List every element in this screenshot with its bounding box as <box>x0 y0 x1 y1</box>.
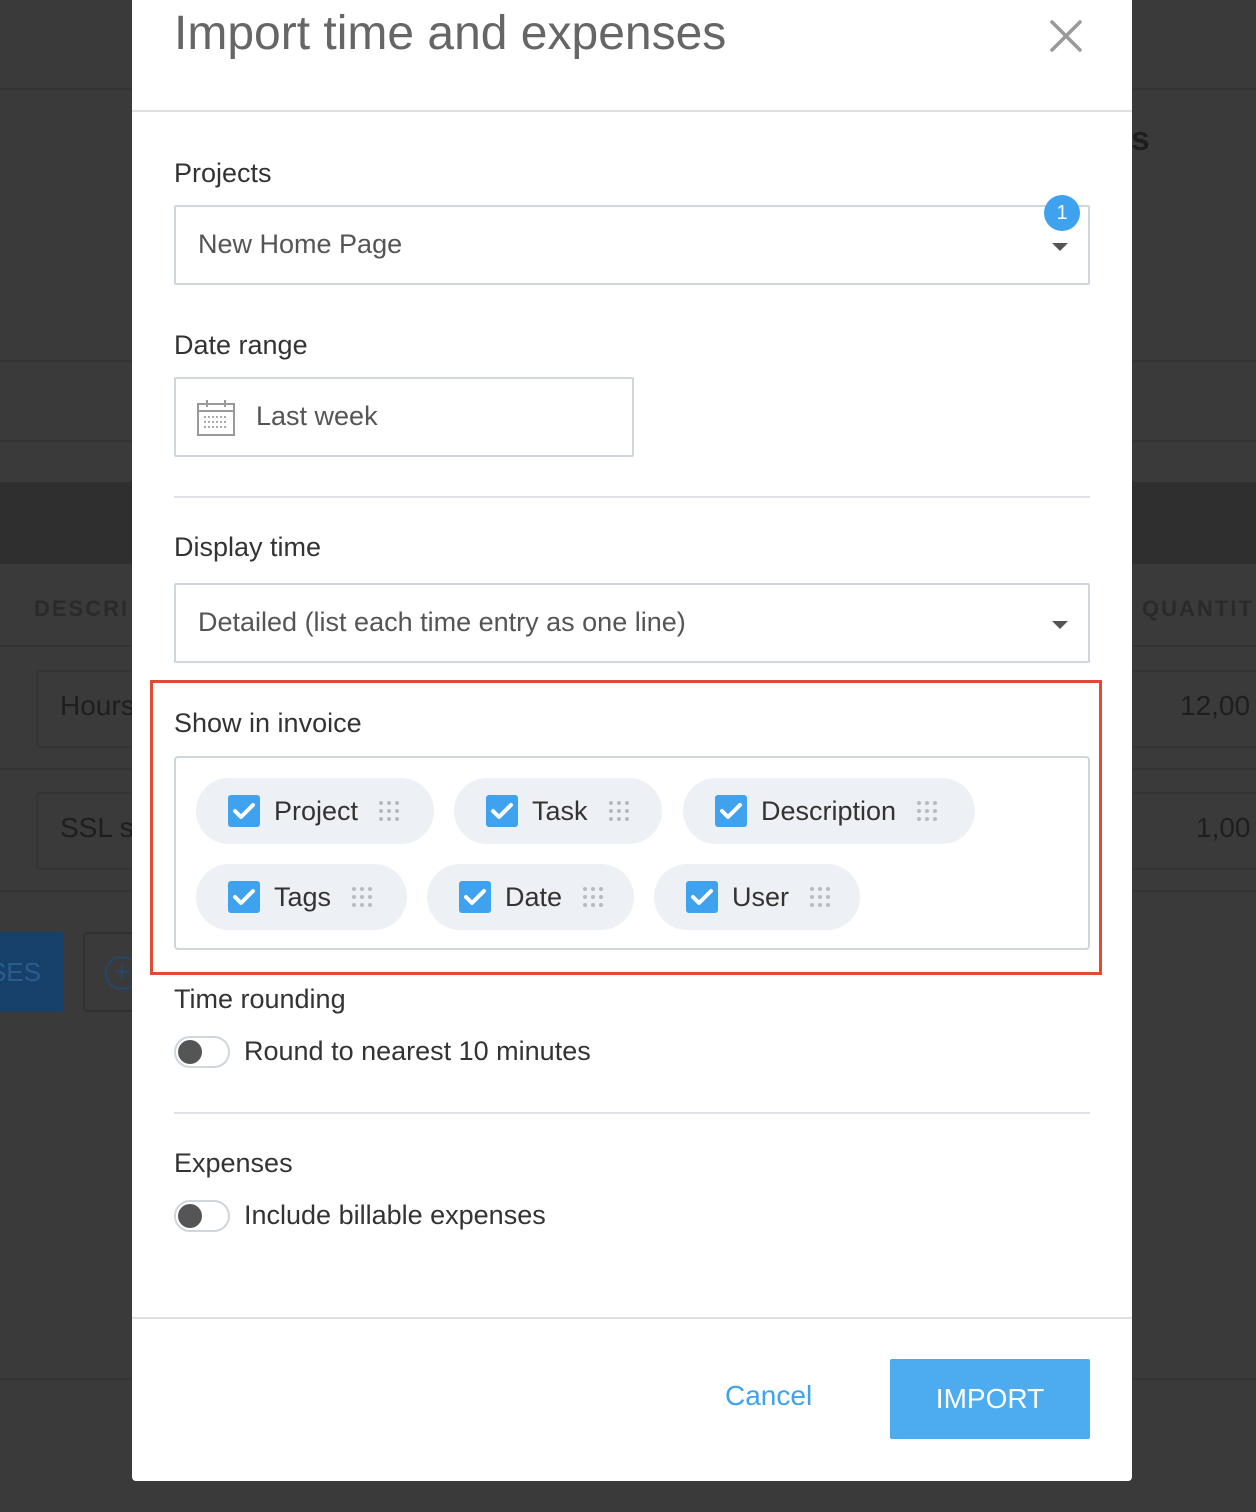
time-rounding-toggle[interactable] <box>174 1036 230 1068</box>
background-row-quantity: 1,00 <box>1196 812 1251 843</box>
field-chip-label: Task <box>532 795 588 826</box>
selected-count-badge: 1 <box>1044 195 1080 231</box>
drag-handle-icon[interactable] <box>378 800 400 822</box>
background-row-description: Hours <box>60 690 135 721</box>
background-row-description: SSL s <box>60 812 134 843</box>
checkbox-checked-icon[interactable] <box>715 795 747 827</box>
section-divider <box>174 1112 1090 1114</box>
import-button[interactable]: IMPORT <box>890 1359 1090 1439</box>
field-chip-label: Project <box>274 795 359 826</box>
background-button-label: SES <box>0 956 41 987</box>
checkbox-checked-icon[interactable] <box>486 795 518 827</box>
field-chip-task[interactable]: Task <box>454 778 662 844</box>
expenses-label: Expenses <box>174 1148 293 1178</box>
field-chip-project[interactable]: Project <box>196 778 434 844</box>
section-divider <box>174 496 1090 498</box>
background-button: SES <box>0 932 63 1012</box>
background-col-quantity: QUANTIT <box>1142 596 1254 621</box>
dialog-title: Import time and expenses <box>174 7 727 60</box>
field-chip-date[interactable]: Date <box>427 864 634 930</box>
date-range-label: Date range <box>174 330 308 360</box>
drag-handle-icon[interactable] <box>809 886 831 908</box>
expenses-toggle[interactable] <box>174 1200 230 1232</box>
field-chip-tags[interactable]: Tags <box>196 864 407 930</box>
show-in-invoice-fields: Project Task Description Tags Date User <box>174 756 1090 950</box>
field-chip-label: User <box>732 881 790 912</box>
drag-handle-icon[interactable] <box>351 886 373 908</box>
dialog-header: Import time and expenses <box>132 0 1132 112</box>
field-chip-user[interactable]: User <box>654 864 860 930</box>
drag-handle-icon[interactable] <box>582 886 604 908</box>
toggle-knob <box>178 1040 202 1064</box>
projects-select[interactable]: New Home Page <box>174 205 1090 285</box>
background-col-description: DESCRI <box>34 596 130 621</box>
show-in-invoice-label: Show in invoice <box>174 708 362 738</box>
chevron-down-icon <box>1052 621 1068 629</box>
close-icon[interactable] <box>1046 16 1086 56</box>
checkbox-checked-icon[interactable] <box>228 881 260 913</box>
projects-select-value: New Home Page <box>198 229 403 259</box>
time-rounding-label: Time rounding <box>174 984 346 1014</box>
drag-handle-icon[interactable] <box>916 800 938 822</box>
calendar-icon <box>196 399 236 442</box>
field-chip-description[interactable]: Description <box>683 778 975 844</box>
field-chip-label: Description <box>761 795 897 826</box>
checkbox-checked-icon[interactable] <box>686 881 718 913</box>
checkbox-checked-icon[interactable] <box>228 795 260 827</box>
time-rounding-toggle-label: Round to nearest 10 minutes <box>244 1036 591 1066</box>
field-chip-label: Date <box>505 881 563 912</box>
footer-divider <box>132 1317 1132 1319</box>
toggle-knob <box>178 1204 202 1228</box>
checkbox-checked-icon[interactable] <box>459 881 491 913</box>
display-time-label: Display time <box>174 532 322 562</box>
chevron-down-icon <box>1052 243 1068 251</box>
import-dialog: Import time and expenses Projects New Ho… <box>132 0 1132 1481</box>
date-range-value: Last week <box>256 401 378 431</box>
background-row-quantity: 12,00 <box>1180 690 1251 721</box>
display-time-value: Detailed (list each time entry as one li… <box>198 607 686 637</box>
display-time-select[interactable]: Detailed (list each time entry as one li… <box>174 583 1090 663</box>
date-range-picker[interactable]: Last week <box>174 377 634 457</box>
projects-label: Projects <box>174 158 272 188</box>
expenses-toggle-label: Include billable expenses <box>244 1200 546 1230</box>
field-chip-label: Tags <box>274 881 332 912</box>
cancel-button[interactable]: Cancel <box>725 1380 812 1412</box>
drag-handle-icon[interactable] <box>608 800 630 822</box>
